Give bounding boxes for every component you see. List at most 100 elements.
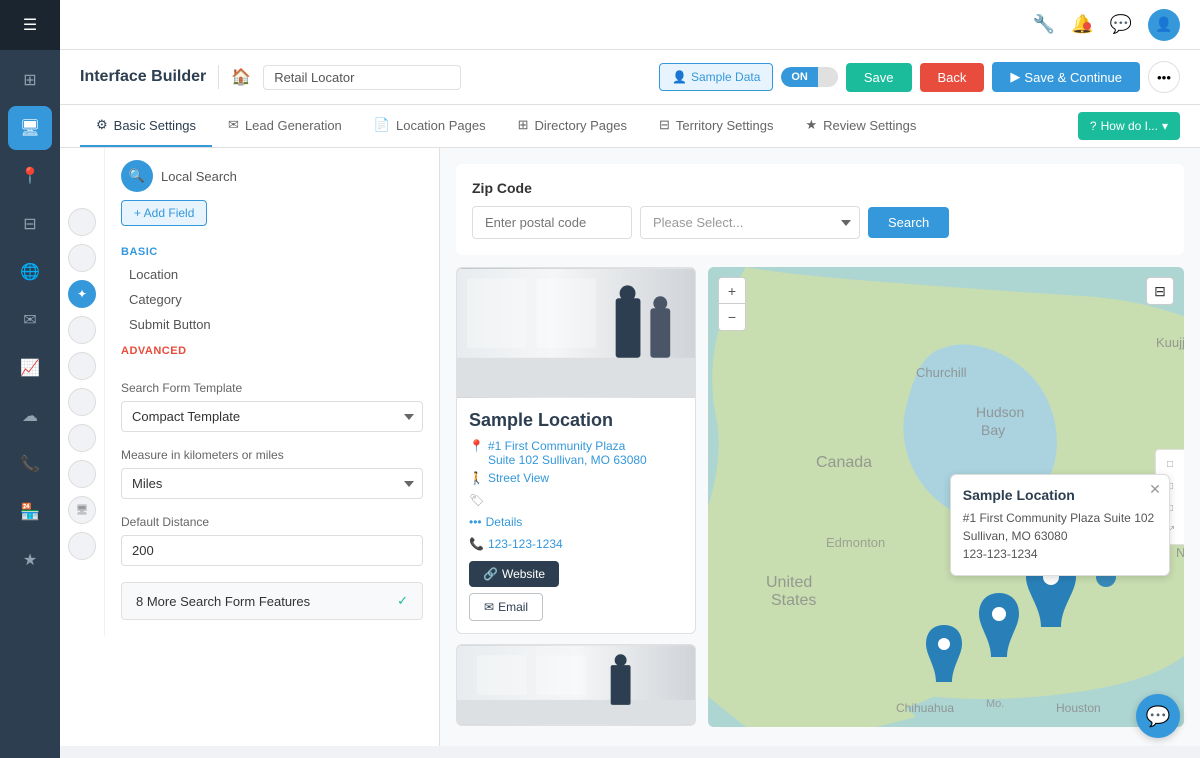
chat-bubble-button[interactable]: 💬 bbox=[1136, 694, 1180, 738]
sample-data-button[interactable]: 👤 Sample Data bbox=[659, 63, 773, 91]
territory-icon: ⊟ bbox=[659, 117, 670, 133]
location-card-2[interactable] bbox=[456, 644, 696, 726]
field-item-category[interactable]: Category bbox=[129, 287, 415, 312]
sidebar-item-phone[interactable]: 📞 bbox=[8, 442, 52, 486]
add-field-button[interactable]: + Add Field bbox=[121, 200, 207, 226]
circle-btn-5[interactable] bbox=[68, 352, 96, 380]
features-label: 8 More Search Form Features bbox=[136, 594, 310, 609]
header-bar: Interface Builder 🏠 👤 Sample Data ON Sav… bbox=[60, 50, 1200, 105]
home-icon[interactable]: 🏠 bbox=[231, 67, 251, 87]
svg-text:Churchill: Churchill bbox=[916, 365, 967, 380]
help-icon: ? bbox=[1090, 119, 1097, 133]
card-title: Sample Location bbox=[469, 410, 683, 431]
search-button[interactable]: Search bbox=[868, 207, 949, 238]
sidebar-item-star[interactable]: ★ bbox=[8, 538, 52, 582]
tab-directory-pages[interactable]: ⊞ Directory Pages bbox=[502, 105, 643, 147]
tab-review-settings[interactable]: ★ Review Settings bbox=[789, 105, 932, 147]
circle-btn-4[interactable] bbox=[68, 316, 96, 344]
card-body-1: Sample Location 📍 #1 First Community Pla… bbox=[457, 398, 695, 633]
avatar[interactable]: 👤 bbox=[1148, 9, 1180, 41]
card-address: 📍 #1 First Community Plaza Suite 102 Sul… bbox=[469, 439, 683, 467]
default-distance-input[interactable] bbox=[121, 535, 423, 566]
sidebar-item-cloud[interactable]: ☁ bbox=[8, 394, 52, 438]
map-area[interactable]: Hudson Bay Churchill Kuujjuaq Canada Uni… bbox=[708, 267, 1184, 727]
left-panel-inner: ✦ 🖥 🔍 Local Search bbox=[60, 148, 439, 636]
store-interior-svg bbox=[457, 268, 695, 398]
card-phone: 📞 123-123-1234 bbox=[469, 537, 683, 551]
tooltip-close-button[interactable]: ✕ bbox=[1149, 481, 1161, 498]
field-item-location[interactable]: Location bbox=[129, 262, 415, 287]
tab-location-pages[interactable]: 📄 Location Pages bbox=[358, 105, 502, 147]
toggle-on[interactable]: ON bbox=[781, 67, 818, 87]
location-card-1[interactable]: Sample Location 📍 #1 First Community Pla… bbox=[456, 267, 696, 634]
help-button[interactable]: ? How do I... ▾ bbox=[1078, 112, 1180, 140]
link-icon: 🔗 bbox=[483, 567, 498, 581]
back-button[interactable]: Back bbox=[920, 63, 985, 92]
doc-icon: 📄 bbox=[374, 117, 390, 133]
tab-territory-settings[interactable]: ⊟ Territory Settings bbox=[643, 105, 789, 147]
top-bar: 🔧 🔔 💬 👤 bbox=[0, 0, 1200, 50]
sidebar-item-grid[interactable]: ⊟ bbox=[8, 202, 52, 246]
sidebar-item-chart[interactable]: 📈 bbox=[8, 346, 52, 390]
zip-input[interactable] bbox=[472, 206, 632, 239]
website-button[interactable]: 🔗 Website bbox=[469, 561, 559, 587]
location-cards: Sample Location 📍 #1 First Community Pla… bbox=[456, 267, 696, 727]
sidebar-item-map[interactable]: 📍 bbox=[8, 154, 52, 198]
mini-panel-btn-1[interactable]: □ bbox=[1160, 454, 1180, 474]
save-button[interactable]: Save bbox=[846, 63, 912, 92]
circle-btn-6[interactable] bbox=[68, 388, 96, 416]
header-divider bbox=[218, 65, 219, 89]
zip-select[interactable]: Please Select... bbox=[640, 206, 860, 239]
tooltip-title: Sample Location bbox=[963, 487, 1157, 503]
wrench-icon[interactable]: 🔧 bbox=[1033, 14, 1055, 35]
default-distance-group: Default Distance bbox=[121, 515, 423, 566]
search-form-template-select[interactable]: Compact Template Standard Template Expan… bbox=[121, 401, 423, 432]
phone-icon: 📞 bbox=[469, 537, 484, 551]
circle-btn-10[interactable] bbox=[68, 532, 96, 560]
bell-icon[interactable]: 🔔 bbox=[1071, 14, 1093, 35]
circle-btn-1[interactable] bbox=[68, 208, 96, 236]
tab-basic-settings[interactable]: ⚙ Basic Settings bbox=[80, 105, 212, 147]
card-details-link[interactable]: ••• Details bbox=[469, 515, 683, 529]
sidebar-item-store[interactable]: 🏪 bbox=[8, 490, 52, 534]
more-options-button[interactable]: ••• bbox=[1148, 61, 1180, 93]
card-street-view[interactable]: 🚶 Street View bbox=[469, 471, 683, 485]
sidebar-item-dashboard[interactable]: ⊞ bbox=[8, 58, 52, 102]
chat-notification-icon[interactable]: 💬 bbox=[1110, 14, 1132, 35]
measure-select[interactable]: Miles Kilometers bbox=[121, 468, 423, 499]
sidebar-item-mail[interactable]: ✉ bbox=[8, 298, 52, 342]
zoom-in-button[interactable]: + bbox=[719, 278, 745, 304]
map-tooltip: ✕ Sample Location #1 First Community Pla… bbox=[950, 474, 1170, 576]
search-round-button[interactable]: 🔍 bbox=[121, 160, 153, 192]
tab-lead-generation[interactable]: ✉ Lead Generation bbox=[212, 105, 358, 147]
star-icon: ★ bbox=[805, 117, 817, 133]
notification-dot bbox=[1083, 22, 1091, 30]
envelope-icon: ✉ bbox=[484, 600, 494, 614]
circle-btn-7[interactable] bbox=[68, 424, 96, 452]
breadcrumb-input[interactable] bbox=[263, 65, 461, 90]
field-item-submit-button[interactable]: Submit Button bbox=[129, 312, 415, 337]
map-layer-icon[interactable]: ⊟ bbox=[1146, 277, 1174, 305]
ellipsis-icon: ••• bbox=[1157, 70, 1171, 85]
sidebar-logo[interactable]: ☰ bbox=[0, 0, 60, 50]
more-features-button[interactable]: 8 More Search Form Features ✓ bbox=[121, 582, 423, 620]
svg-text:Edmonton: Edmonton bbox=[826, 535, 885, 550]
email-button[interactable]: ✉ Email bbox=[469, 593, 543, 621]
header-actions: 👤 Sample Data ON Save Back ▶ Save & Cont… bbox=[659, 61, 1180, 93]
toggle-container[interactable]: ON bbox=[781, 67, 838, 87]
map-controls: + − bbox=[718, 277, 746, 331]
left-panel-circles: ✦ 🖥 bbox=[60, 148, 105, 636]
toggle-off[interactable] bbox=[818, 73, 838, 81]
zoom-out-button[interactable]: − bbox=[719, 304, 745, 330]
circle-btn-2[interactable] bbox=[68, 244, 96, 272]
save-continue-button[interactable]: ▶ Save & Continue bbox=[992, 62, 1140, 92]
circle-btn-9[interactable]: 🖥 bbox=[68, 496, 96, 524]
sidebar-item-globe[interactable]: 🌐 bbox=[8, 250, 52, 294]
circle-btn-3[interactable]: ✦ bbox=[68, 280, 96, 308]
circle-btn-8[interactable] bbox=[68, 460, 96, 488]
sidebar-item-monitor[interactable]: 🖥 bbox=[8, 106, 52, 150]
details-dots-icon: ••• bbox=[469, 515, 482, 529]
arrow-icon: ▶ bbox=[1010, 69, 1020, 85]
svg-text:Bay: Bay bbox=[981, 422, 1005, 438]
user-icon: 👤 bbox=[672, 70, 687, 84]
